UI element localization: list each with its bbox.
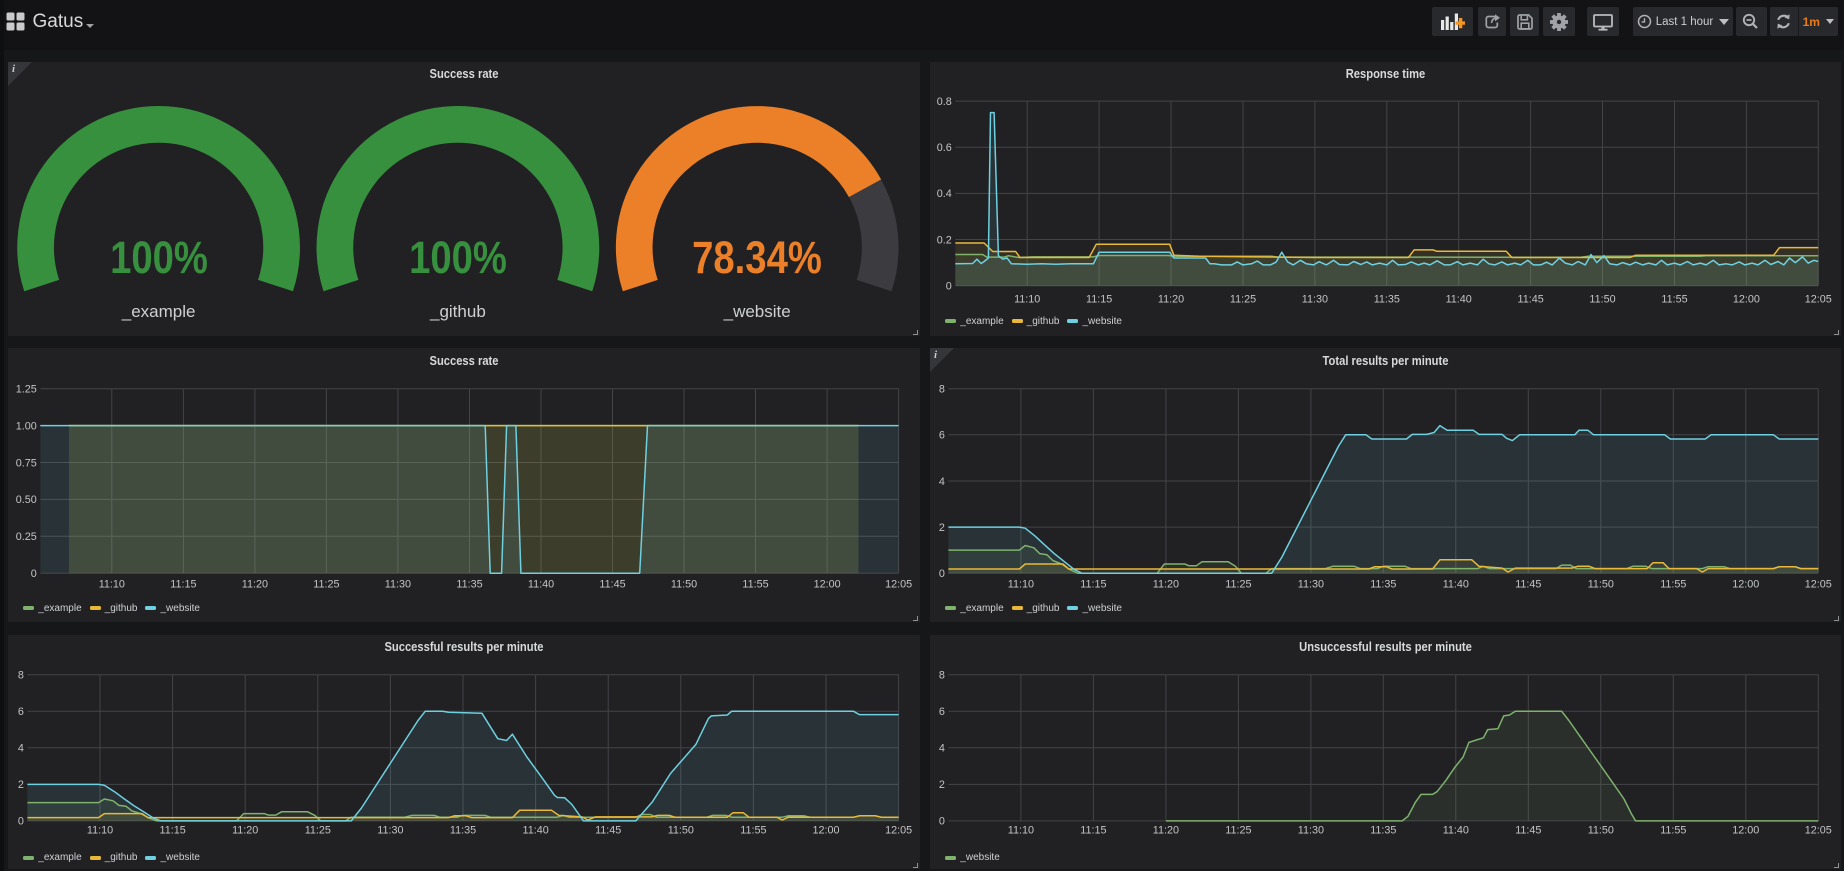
svg-text:12:05: 12:05 <box>1805 578 1832 590</box>
svg-text:6: 6 <box>939 430 945 442</box>
svg-text:11:55: 11:55 <box>740 825 766 837</box>
svg-text:11:10: 11:10 <box>99 578 125 590</box>
svg-text:0: 0 <box>18 816 24 828</box>
svg-text:11:35: 11:35 <box>450 825 476 837</box>
svg-text:11:30: 11:30 <box>385 578 411 590</box>
svg-text:11:50: 11:50 <box>1588 578 1614 590</box>
svg-text:12:05: 12:05 <box>885 825 912 837</box>
svg-text:12:05: 12:05 <box>1805 294 1832 306</box>
svg-text:11:50: 11:50 <box>668 825 694 837</box>
svg-text:12:05: 12:05 <box>1805 825 1832 837</box>
svg-text:11:35: 11:35 <box>1374 294 1400 306</box>
svg-text:4: 4 <box>939 743 945 755</box>
svg-text:0.2: 0.2 <box>937 234 952 246</box>
svg-text:11:55: 11:55 <box>1660 825 1686 837</box>
svg-text:12:00: 12:00 <box>814 578 841 590</box>
svg-text:12:00: 12:00 <box>1732 825 1759 837</box>
svg-text:1.25: 1.25 <box>16 384 37 396</box>
svg-text:11:40: 11:40 <box>1443 825 1469 837</box>
svg-text:0.75: 0.75 <box>16 457 37 469</box>
svg-text:6: 6 <box>939 706 945 718</box>
svg-text:11:45: 11:45 <box>599 578 625 590</box>
svg-text:0: 0 <box>946 281 952 293</box>
svg-text:11:20: 11:20 <box>242 578 268 590</box>
svg-text:11:15: 11:15 <box>1086 294 1112 306</box>
svg-text:11:40: 11:40 <box>528 578 554 590</box>
svg-text:12:05: 12:05 <box>885 578 912 590</box>
svg-text:11:15: 11:15 <box>1080 825 1106 837</box>
svg-text:0.25: 0.25 <box>16 531 37 543</box>
svg-text:4: 4 <box>18 743 24 755</box>
svg-text:11:30: 11:30 <box>377 825 403 837</box>
svg-text:11:10: 11:10 <box>87 825 113 837</box>
svg-text:0.8: 0.8 <box>937 96 952 108</box>
svg-text:11:45: 11:45 <box>1515 578 1541 590</box>
svg-text:11:55: 11:55 <box>1661 294 1687 306</box>
svg-text:8: 8 <box>18 670 24 682</box>
svg-text:0.50: 0.50 <box>16 494 37 506</box>
svg-text:12:00: 12:00 <box>1733 294 1760 306</box>
svg-text:11:50: 11:50 <box>1588 825 1614 837</box>
svg-text:11:15: 11:15 <box>1080 578 1106 590</box>
svg-text:11:20: 11:20 <box>1158 294 1184 306</box>
svg-text:0: 0 <box>939 816 945 828</box>
svg-text:0: 0 <box>939 568 945 580</box>
svg-text:2: 2 <box>939 779 945 791</box>
svg-text:11:20: 11:20 <box>232 825 258 837</box>
svg-text:11:25: 11:25 <box>1225 578 1251 590</box>
svg-text:8: 8 <box>939 384 945 396</box>
svg-text:11:40: 11:40 <box>1443 578 1469 590</box>
svg-text:11:35: 11:35 <box>1370 825 1396 837</box>
svg-text:11:50: 11:50 <box>1589 294 1615 306</box>
svg-text:11:25: 11:25 <box>1225 825 1251 837</box>
svg-text:11:20: 11:20 <box>1153 578 1179 590</box>
svg-text:11:15: 11:15 <box>170 578 196 590</box>
svg-text:11:25: 11:25 <box>305 825 331 837</box>
svg-text:11:10: 11:10 <box>1008 578 1034 590</box>
svg-text:12:00: 12:00 <box>812 825 839 837</box>
svg-text:11:55: 11:55 <box>742 578 768 590</box>
svg-text:11:40: 11:40 <box>1446 294 1472 306</box>
svg-text:0.6: 0.6 <box>937 142 952 154</box>
svg-text:11:25: 11:25 <box>313 578 339 590</box>
svg-text:0.4: 0.4 <box>937 188 952 200</box>
svg-text:11:15: 11:15 <box>159 825 185 837</box>
svg-text:8: 8 <box>939 670 945 682</box>
svg-text:11:45: 11:45 <box>1517 294 1543 306</box>
svg-text:11:35: 11:35 <box>456 578 482 590</box>
svg-text:1.00: 1.00 <box>16 420 37 432</box>
svg-text:0: 0 <box>31 568 37 580</box>
svg-text:11:10: 11:10 <box>1008 825 1034 837</box>
svg-text:11:25: 11:25 <box>1230 294 1256 306</box>
svg-text:12:00: 12:00 <box>1732 578 1759 590</box>
svg-text:11:10: 11:10 <box>1014 294 1040 306</box>
svg-text:11:30: 11:30 <box>1298 578 1324 590</box>
svg-text:11:20: 11:20 <box>1153 825 1179 837</box>
svg-text:11:30: 11:30 <box>1302 294 1328 306</box>
svg-text:11:45: 11:45 <box>595 825 621 837</box>
svg-text:4: 4 <box>939 476 945 488</box>
svg-text:6: 6 <box>18 706 24 718</box>
svg-text:11:30: 11:30 <box>1298 825 1324 837</box>
svg-text:11:40: 11:40 <box>522 825 548 837</box>
svg-text:2: 2 <box>18 779 24 791</box>
svg-text:2: 2 <box>939 522 945 534</box>
svg-text:11:55: 11:55 <box>1660 578 1686 590</box>
svg-text:11:35: 11:35 <box>1370 578 1396 590</box>
svg-text:11:50: 11:50 <box>671 578 697 590</box>
svg-text:11:45: 11:45 <box>1515 825 1541 837</box>
